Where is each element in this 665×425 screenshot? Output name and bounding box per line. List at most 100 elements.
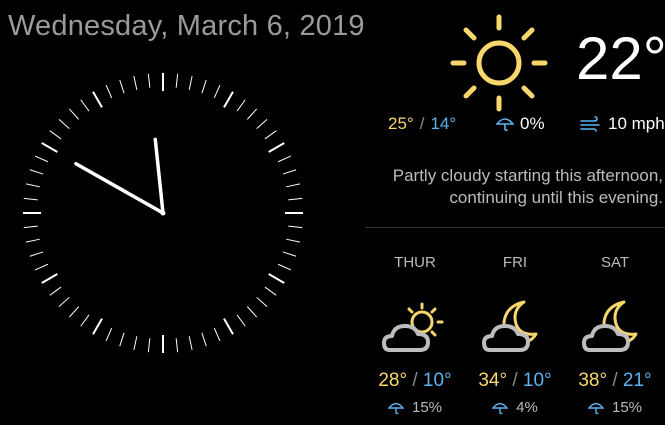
- clock-tick: [282, 169, 297, 175]
- umbrella-icon: [387, 402, 404, 414]
- magic-mirror-screen: Wednesday, March 6, 2019 22° 25° / 14° 0…: [0, 0, 665, 425]
- clock-tick: [175, 338, 179, 353]
- temp-separator: /: [612, 370, 618, 391]
- forecast-temps: 38° / 21°: [565, 370, 665, 392]
- clock-tick: [268, 142, 285, 153]
- forecast-day-3: SAT 38° / 21° 15%: [565, 252, 665, 416]
- temp-separator: /: [419, 114, 425, 133]
- clock-tick: [80, 99, 90, 112]
- clock-tick: [119, 79, 125, 94]
- clock-tick: [286, 183, 301, 188]
- current-temperature: 22°: [576, 25, 665, 92]
- forecast-precip-value: 15%: [611, 399, 643, 416]
- divider: [366, 227, 665, 228]
- forecast-day-label: THUR: [394, 254, 436, 271]
- forecast-low: 21°: [622, 370, 652, 391]
- clock-tick: [286, 238, 301, 243]
- clock-tick: [41, 142, 58, 153]
- clock-tick: [288, 197, 303, 201]
- clock-tick: [213, 327, 221, 342]
- clock-tick: [92, 318, 103, 335]
- clock-tick: [49, 130, 62, 140]
- forecast-temps: 34° / 10°: [465, 370, 565, 392]
- analog-clock: [23, 73, 303, 353]
- clock-tick: [213, 84, 221, 99]
- forecast-low: 10°: [422, 370, 452, 391]
- clock-tick: [34, 263, 49, 271]
- clock-tick: [268, 273, 285, 284]
- clock-tick: [23, 197, 38, 201]
- forecast-precip-value: 4%: [516, 399, 538, 416]
- clock-tick: [147, 338, 151, 353]
- clock-tick: [277, 155, 292, 163]
- umbrella-icon: [496, 118, 514, 132]
- forecast-day-1: THUR 28° / 10° 15%: [365, 252, 465, 416]
- clock-tick: [34, 155, 49, 163]
- forecast-temps: 28° / 10°: [365, 370, 465, 392]
- clock-tick: [201, 79, 207, 94]
- clock-tick: [41, 273, 58, 284]
- cloud-moon-icon: [482, 300, 538, 352]
- clock-tick: [25, 183, 40, 188]
- forecast-day-label: FRI: [502, 254, 528, 271]
- clock-tick: [223, 318, 234, 335]
- minute-hand: [153, 137, 165, 215]
- current-wind: 10 mph: [580, 114, 665, 134]
- clock-tick: [188, 336, 193, 351]
- summary-line-1: Partly cloudy starting this afternoon,: [392, 166, 663, 185]
- forecast-day-2: FRI 34° / 10° 4%: [465, 252, 565, 416]
- clock-tick: [105, 84, 113, 99]
- clock-tick: [133, 336, 138, 351]
- clock-tick: [68, 306, 80, 318]
- forecast-high: 28°: [378, 370, 408, 391]
- clock-tick: [23, 225, 38, 229]
- clock-tick: [119, 332, 125, 347]
- clock-tick: [201, 332, 207, 347]
- temp-separator: /: [512, 370, 518, 391]
- clock-tick: [147, 73, 151, 88]
- clock-center: [160, 210, 166, 216]
- current-high: 25°: [388, 114, 414, 133]
- clock-tick: [236, 99, 246, 112]
- clock-tick: [80, 314, 90, 327]
- clock-tick: [25, 238, 40, 243]
- forecast-high: 38°: [578, 370, 608, 391]
- clock-tick: [223, 91, 234, 108]
- wind-icon: [580, 116, 600, 132]
- clock-tick: [105, 327, 113, 342]
- current-precip-value: 0%: [520, 114, 545, 133]
- clock-tick: [288, 225, 303, 229]
- forecast-precip-value: 15%: [411, 399, 443, 416]
- clock-tick: [29, 169, 44, 175]
- forecast-high: 34°: [478, 370, 508, 391]
- clock-tick: [277, 263, 292, 271]
- clock-tick: [236, 314, 246, 327]
- temp-separator: /: [412, 370, 418, 391]
- forecast-precip: 15%: [565, 399, 665, 416]
- clock-tick: [256, 296, 268, 308]
- cloud-sun-icon: [382, 302, 444, 352]
- clock-tick: [58, 118, 70, 130]
- cloud-moon-icon: [582, 300, 638, 352]
- clock-tick: [58, 296, 70, 308]
- clock-tick: [264, 130, 277, 140]
- clock-tick: [246, 306, 258, 318]
- clock-tick: [29, 251, 44, 257]
- current-precip: 0%: [496, 114, 545, 134]
- current-wind-value: 10 mph: [608, 114, 665, 133]
- weather-summary: Partly cloudy starting this afternoon, c…: [363, 165, 663, 209]
- clock-tick: [256, 118, 268, 130]
- forecast-day-label: SAT: [600, 254, 630, 271]
- hour-hand: [74, 162, 165, 215]
- clock-tick: [264, 286, 277, 296]
- partly-sunny-icon: [450, 14, 548, 112]
- forecast-precip: 15%: [365, 399, 465, 416]
- clock-tick: [68, 108, 80, 120]
- clock-tick: [133, 75, 138, 90]
- summary-line-2: continuing until this evening.: [449, 188, 663, 207]
- umbrella-icon: [492, 402, 509, 414]
- current-low: 14°: [430, 114, 457, 133]
- clock-tick: [49, 286, 62, 296]
- umbrella-icon: [587, 402, 604, 414]
- forecast-precip: 4%: [465, 399, 565, 416]
